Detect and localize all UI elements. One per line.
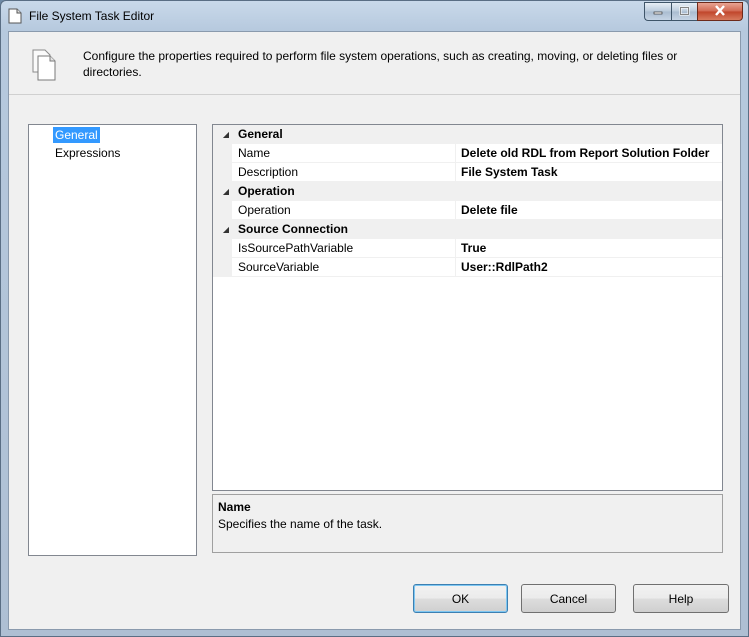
row-gutter [213,258,232,277]
category-row-general[interactable]: ◢ General [213,125,722,144]
page-navigation-list: General Expressions [28,124,197,556]
title-bar[interactable]: File System Task Editor [1,1,748,31]
file-copy-icon [30,48,60,82]
property-grid: ◢ General Name Delete old RDL from Repor… [212,124,723,491]
dialog-window: File System Task Editor Configure the pr… [0,0,749,637]
row-divider [232,276,722,277]
help-button[interactable]: Help [633,584,729,613]
close-button[interactable] [697,2,743,21]
collapse-triangle-icon[interactable]: ◢ [221,129,231,139]
property-name: IsSourcePathVariable [238,241,354,255]
property-row-description[interactable]: Description File System Task [213,163,722,182]
collapse-triangle-icon[interactable]: ◢ [221,224,231,234]
property-name: Name [238,146,271,160]
row-gutter [213,144,232,163]
description-title: Name [218,500,251,514]
row-gutter [213,239,232,258]
property-row-name[interactable]: Name Delete old RDL from Report Solution… [213,144,722,163]
maximize-icon [679,5,690,19]
dialog-client-area: Configure the properties required to per… [8,31,741,630]
property-value[interactable]: User::RdlPath2 [461,260,548,274]
header-description: Configure the properties required to per… [83,49,678,79]
caption-buttons [644,2,743,21]
header-separator [9,94,740,95]
property-name: Description [238,165,299,179]
document-icon [8,8,22,24]
category-label: Operation [238,184,295,198]
close-icon [714,4,726,19]
property-value[interactable]: Delete file [461,203,518,217]
cancel-button[interactable]: Cancel [521,584,616,613]
window-title: File System Task Editor [29,9,155,23]
property-row-operation[interactable]: Operation Delete file [213,201,722,220]
nav-item-general[interactable]: General [53,127,100,143]
minimize-button[interactable] [644,2,671,21]
collapse-triangle-icon[interactable]: ◢ [221,186,231,196]
ok-button[interactable]: OK [413,584,508,613]
property-name: SourceVariable [238,260,320,274]
category-row-operation[interactable]: ◢ Operation [213,182,722,201]
property-description-panel: Name Specifies the name of the task. [212,494,723,553]
column-splitter [455,258,456,277]
category-label: Source Connection [238,222,349,236]
category-label: General [238,127,283,141]
column-splitter [455,163,456,182]
property-value[interactable]: File System Task [461,165,558,179]
maximize-button[interactable] [671,2,697,21]
column-splitter [455,239,456,258]
column-splitter [455,201,456,220]
description-text: Specifies the name of the task. [218,517,383,531]
property-value[interactable]: Delete old RDL from Report Solution Fold… [461,146,709,160]
property-row-sourcevariable[interactable]: SourceVariable User::RdlPath2 [213,258,722,277]
column-splitter [455,144,456,163]
property-row-issourcepathvariable[interactable]: IsSourcePathVariable True [213,239,722,258]
minimize-icon [653,5,663,19]
row-gutter [213,201,232,220]
property-value[interactable]: True [461,241,486,255]
category-row-source-connection[interactable]: ◢ Source Connection [213,220,722,239]
row-gutter [213,163,232,182]
nav-item-expressions[interactable]: Expressions [53,145,122,161]
property-name: Operation [238,203,291,217]
